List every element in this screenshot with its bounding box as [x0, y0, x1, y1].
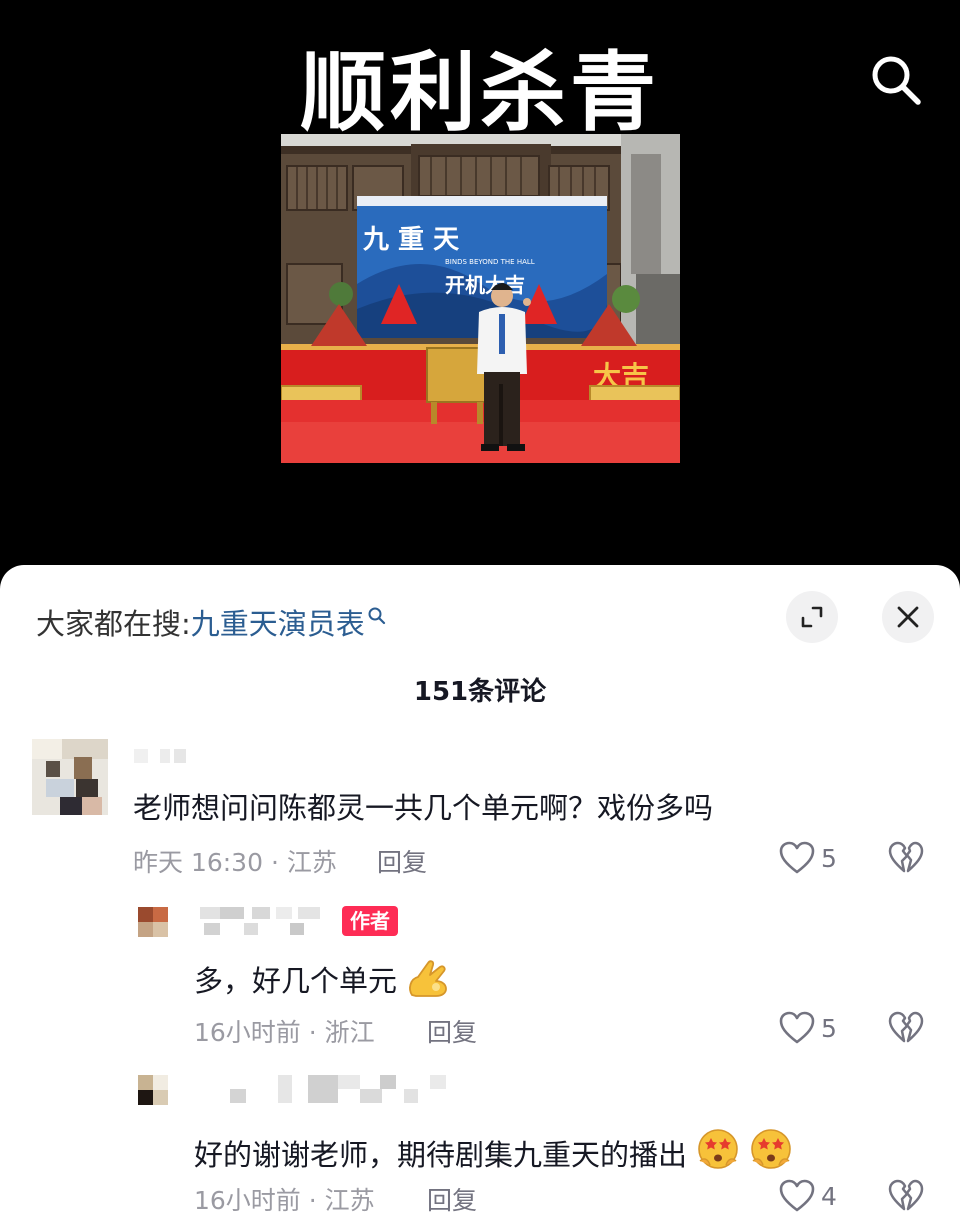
like-count: 4: [821, 1181, 837, 1211]
comment-meta: 16小时前 · 江苏: [194, 1186, 375, 1215]
small-search-icon: [368, 607, 385, 625]
ok-hand-icon: [409, 960, 448, 997]
dislike-button[interactable]: [888, 1179, 924, 1213]
heart-icon: [779, 1179, 815, 1212]
comments-sheet: 大家都在搜:九重天演员表 151条评论 老师想问问陈都灵一共几个单元啊？戏份多吗…: [0, 565, 960, 1226]
expand-icon: [801, 606, 823, 628]
poster-title: 九 重 天: [362, 225, 459, 255]
reply-button[interactable]: 回复: [427, 1181, 477, 1217]
username-blurred[interactable]: [200, 907, 340, 935]
heart-icon: [779, 841, 815, 874]
reply-item: 好的谢谢老师，期待剧集九重天的播出 16小时前 · 江苏 回复 4: [0, 1071, 960, 1221]
comment-meta: 昨天 16:30 · 江苏: [133, 848, 337, 877]
like-button[interactable]: 5: [779, 1011, 837, 1045]
starry-eyed-face-icon: [751, 1129, 792, 1169]
comment-item: 老师想问问陈都灵一共几个单元啊？戏份多吗 昨天 16:30 · 江苏 回复 5: [0, 737, 960, 887]
video-caption-title: 顺利杀青: [300, 43, 660, 143]
avatar[interactable]: [138, 1075, 168, 1105]
reply-item: 作者 多，好几个单元 16小时前 · 浙江 回复 5: [0, 903, 960, 1053]
poster-en-subtitle: BINDS BEYOND THE HALL: [445, 258, 535, 266]
reply-button[interactable]: 回复: [427, 1013, 477, 1049]
search-suggestion-link[interactable]: 九重天演员表: [191, 607, 365, 641]
video-area[interactable]: 顺利杀青 九 重 天 BINDS BEYOND THE HALL 开机大吉 大吉: [0, 0, 960, 600]
comment-text-content: 多，好几个单元: [194, 964, 398, 998]
comment-text: 多，好几个单元: [194, 957, 452, 1000]
like-button[interactable]: 4: [779, 1179, 837, 1213]
username-blurred[interactable]: [134, 749, 194, 769]
broken-heart-icon: [888, 841, 924, 873]
search-suggestion[interactable]: 大家都在搜:九重天演员表: [36, 601, 387, 643]
dislike-button[interactable]: [888, 1011, 924, 1045]
comment-text-content: 好的谢谢老师，期待剧集九重天的播出: [194, 1138, 688, 1172]
expand-button[interactable]: [786, 591, 838, 643]
like-count: 5: [821, 843, 837, 873]
broken-heart-icon: [888, 1179, 924, 1211]
search-icon: [872, 56, 921, 105]
author-badge: 作者: [342, 906, 398, 936]
poster-subtitle: 开机大吉: [445, 273, 525, 297]
search-button[interactable]: [868, 52, 924, 108]
comment-text: 老师想问问陈都灵一共几个单元啊？戏份多吗: [133, 791, 714, 825]
close-icon: [897, 606, 919, 628]
comment-count: 151条评论: [413, 677, 547, 707]
comment-text: 好的谢谢老师，期待剧集九重天的播出: [194, 1127, 793, 1174]
broken-heart-icon: [888, 1011, 924, 1043]
starry-eyed-face-icon: [698, 1129, 739, 1169]
like-count: 5: [821, 1013, 837, 1043]
avatar[interactable]: [32, 739, 108, 815]
comment-meta: 16小时前 · 浙江: [194, 1018, 375, 1047]
reply-button[interactable]: 回复: [377, 843, 427, 879]
heart-icon: [779, 1011, 815, 1044]
close-button[interactable]: [882, 591, 934, 643]
username-blurred[interactable]: [230, 1075, 450, 1105]
avatar[interactable]: [138, 907, 168, 937]
dislike-button[interactable]: [888, 841, 924, 875]
like-button[interactable]: 5: [779, 841, 837, 875]
video-frame-photo: 九 重 天 BINDS BEYOND THE HALL 开机大吉 大吉: [281, 134, 680, 463]
search-suggestion-prefix: 大家都在搜:: [36, 607, 191, 641]
